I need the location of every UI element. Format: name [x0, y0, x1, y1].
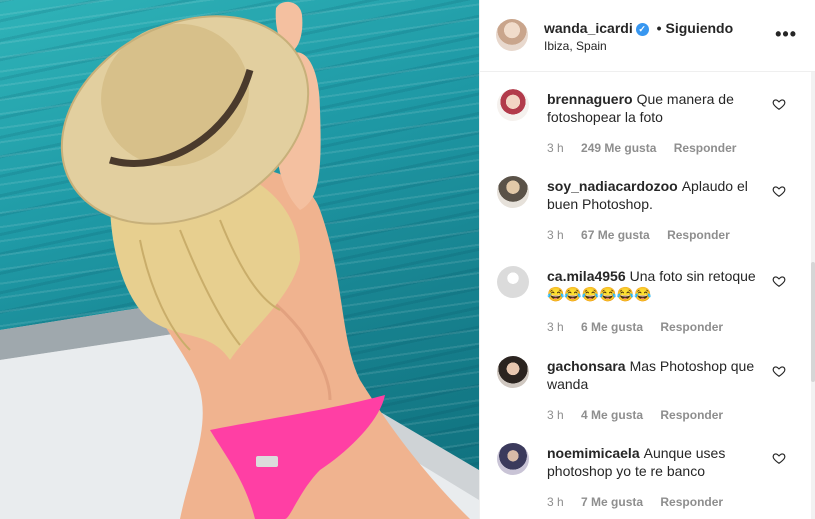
commenter-username[interactable]: noemimicaela: [547, 445, 640, 461]
scrollbar-thumb[interactable]: [811, 262, 815, 382]
comment-meta: 3 h 67 Me gusta Responder: [547, 228, 744, 242]
comment-text: noemimicaela Aunque uses photoshop yo te …: [547, 444, 757, 480]
comment-likes[interactable]: 4 Me gusta: [581, 408, 643, 422]
comments-list: brennaguero Que manera de fotoshopear la …: [480, 72, 815, 519]
commenter-avatar[interactable]: [497, 89, 529, 121]
like-heart-icon[interactable]: [772, 364, 786, 378]
like-heart-icon[interactable]: [772, 184, 786, 198]
follow-status-button[interactable]: Siguiendo: [666, 20, 734, 36]
post-location[interactable]: Ibiza, Spain: [544, 39, 607, 53]
like-heart-icon[interactable]: [772, 451, 786, 465]
commenter-username[interactable]: brennaguero: [547, 91, 633, 107]
post-header: wanda_icardi ✓ • Siguiendo Ibiza, Spain ••…: [480, 0, 815, 72]
comment-likes[interactable]: 249 Me gusta: [581, 141, 656, 155]
reply-button[interactable]: Responder: [660, 495, 723, 509]
author-username[interactable]: wanda_icardi: [544, 20, 633, 36]
commenter-avatar[interactable]: [497, 356, 529, 388]
like-heart-icon[interactable]: [772, 97, 786, 111]
author-line: wanda_icardi ✓ • Siguiendo: [544, 20, 733, 36]
commenter-avatar[interactable]: [497, 443, 529, 475]
like-heart-icon[interactable]: [772, 274, 786, 288]
reply-button[interactable]: Responder: [674, 141, 737, 155]
post-photo[interactable]: [0, 0, 479, 519]
more-options-icon[interactable]: •••: [775, 24, 797, 45]
comment-time[interactable]: 3 h: [547, 495, 564, 509]
commenter-avatar[interactable]: [497, 176, 529, 208]
comments-scrollbar[interactable]: [811, 72, 815, 519]
comment-text: gachonsara Mas Photoshop que wanda: [547, 357, 757, 393]
comment-time[interactable]: 3 h: [547, 408, 564, 422]
comment-time[interactable]: 3 h: [547, 141, 564, 155]
comment-meta: 3 h 249 Me gusta Responder: [547, 141, 750, 155]
commenter-avatar[interactable]: [497, 266, 529, 298]
comment-likes[interactable]: 7 Me gusta: [581, 495, 643, 509]
comment-meta: 3 h 4 Me gusta Responder: [547, 408, 737, 422]
verified-badge-icon: ✓: [635, 23, 649, 36]
reply-button[interactable]: Responder: [660, 408, 723, 422]
commenter-username[interactable]: soy_nadiacardozoo: [547, 178, 678, 194]
comment-time[interactable]: 3 h: [547, 320, 564, 334]
commenter-username[interactable]: ca.mila4956: [547, 268, 626, 284]
comment-text: ca.mila4956 Una foto sin retoque 😂😂😂😂😂😂: [547, 267, 757, 303]
reply-button[interactable]: Responder: [660, 320, 723, 334]
comment-meta: 3 h 6 Me gusta Responder: [547, 320, 737, 334]
commenter-username[interactable]: gachonsara: [547, 358, 626, 374]
author-avatar[interactable]: [496, 19, 528, 51]
reply-button[interactable]: Responder: [667, 228, 730, 242]
comment-text: brennaguero Que manera de fotoshopear la …: [547, 90, 757, 126]
photo-illustration: [0, 1, 479, 519]
comment-text: soy_nadiacardozoo Aplaudo el buen Photosh…: [547, 177, 757, 213]
comment-likes[interactable]: 67 Me gusta: [581, 228, 650, 242]
post-sidebar: wanda_icardi ✓ • Siguiendo Ibiza, Spain ••…: [479, 0, 815, 519]
comment-likes[interactable]: 6 Me gusta: [581, 320, 643, 334]
comment-time[interactable]: 3 h: [547, 228, 564, 242]
comment-meta: 3 h 7 Me gusta Responder: [547, 495, 737, 509]
separator-dot: •: [656, 20, 662, 36]
